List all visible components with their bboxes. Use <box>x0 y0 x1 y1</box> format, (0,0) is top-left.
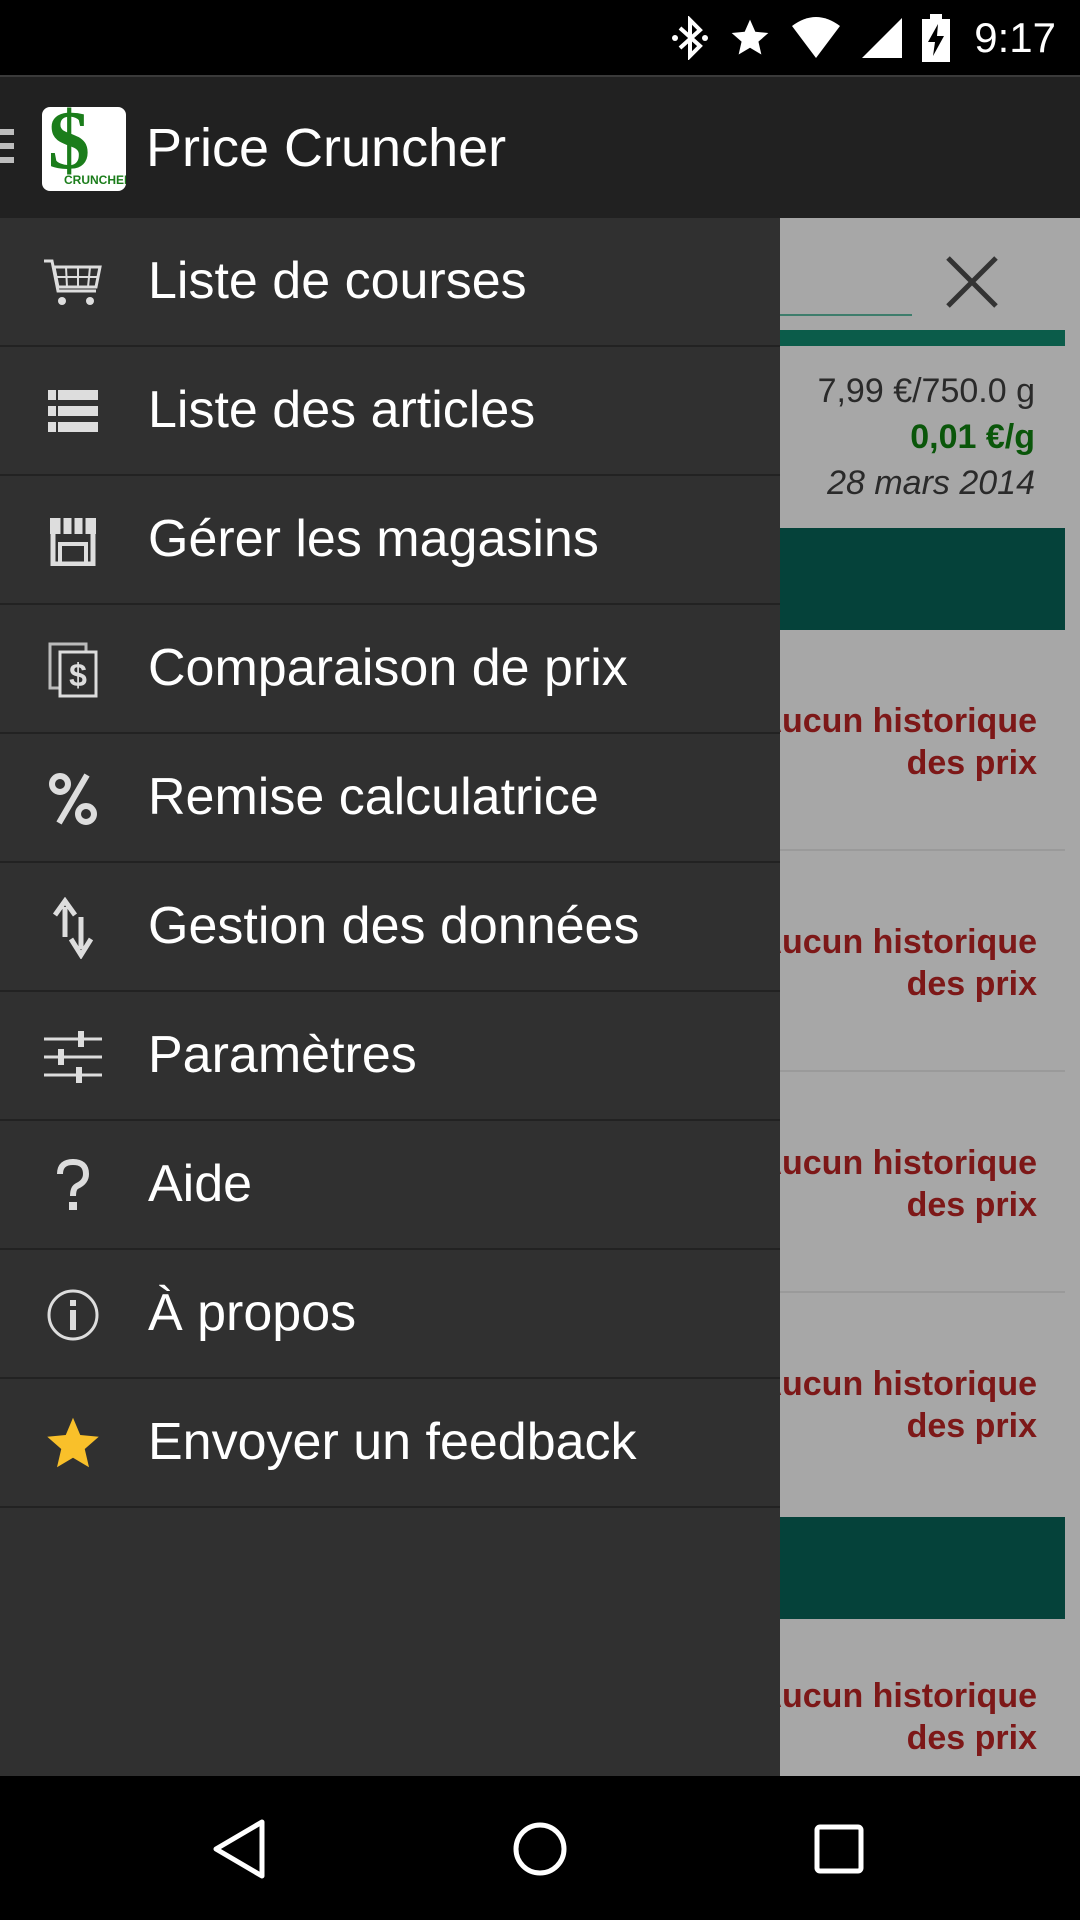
menu-item-label: Gestion des données <box>148 897 640 955</box>
menu-item-label: Paramètres <box>148 1026 417 1084</box>
list-item[interactable]: Aucun historique des prix <box>757 1072 1065 1293</box>
app-logo[interactable]: $ CRUNCHER <box>42 107 126 191</box>
menu-item-feedback[interactable]: Envoyer un feedback <box>0 1379 780 1508</box>
section-header <box>780 528 1065 630</box>
info-icon <box>42 1284 104 1346</box>
menu-item-label: Liste des articles <box>148 381 536 439</box>
list-item[interactable]: Aucun historique des prix <box>757 851 1065 1072</box>
menu-item-label: Comparaison de prix <box>148 639 628 697</box>
drawer-toggle-icon[interactable] <box>0 129 14 169</box>
status-icons: 9:17 <box>670 0 1056 75</box>
menu-item-label: Envoyer un feedback <box>148 1413 637 1471</box>
menu-item-discount-calculator[interactable]: Remise calculatrice <box>0 734 780 863</box>
unit-price-text: 0,01 €/g <box>910 418 1035 456</box>
wifi-icon <box>790 16 842 60</box>
menu-item-label: Aide <box>148 1155 253 1213</box>
bluetooth-icon <box>670 15 710 60</box>
search-input-underline <box>780 314 912 316</box>
logo-dollar: $ <box>48 107 90 187</box>
navigation-drawer: Liste de courses Liste des articles Gére… <box>0 218 780 1776</box>
menu-item-stores[interactable]: Gérer les magasins <box>0 476 780 605</box>
menu-item-label: Liste de courses <box>148 252 527 310</box>
logo-text: CRUNCHER <box>64 173 126 187</box>
navigation-bar <box>0 1776 1080 1920</box>
percent-icon <box>42 768 104 830</box>
menu-item-articles[interactable]: Liste des articles <box>0 347 780 476</box>
recents-icon[interactable] <box>804 1814 874 1884</box>
menu-item-help[interactable]: Aide <box>0 1121 780 1250</box>
no-history-text: Aucun historique des prix <box>757 1365 1037 1445</box>
status-time: 9:17 <box>974 13 1056 61</box>
section-header <box>780 1517 1065 1619</box>
menu-item-label: Remise calculatrice <box>148 768 599 826</box>
price-card[interactable]: 7,99 €/750.0 g 0,01 €/g 28 mars 2014 <box>780 346 1065 506</box>
svg-text:$: $ <box>69 657 87 693</box>
sliders-icon <box>42 1026 104 1088</box>
signal-icon <box>860 16 904 60</box>
app-bar: $ CRUNCHER Price Cruncher <box>0 75 1080 218</box>
store-icon <box>42 510 104 572</box>
list-icon <box>42 381 104 443</box>
no-history-text: Aucun historique des prix <box>757 702 1037 782</box>
home-icon[interactable] <box>505 1814 575 1884</box>
list-item[interactable]: Aucun historique des prix <box>757 1293 1065 1514</box>
close-icon[interactable] <box>942 252 1002 312</box>
no-history-text: Aucun historique des prix <box>757 923 1037 1003</box>
no-history-text: Aucun historique des prix <box>757 1144 1037 1224</box>
list-item[interactable]: Aucun historique des prix <box>757 630 1065 851</box>
no-history-text: Aucun historique des prix <box>780 1677 1037 1757</box>
price-date: 28 mars 2014 <box>827 464 1035 502</box>
menu-item-label: Gérer les magasins <box>148 510 599 568</box>
menu-item-about[interactable]: À propos <box>0 1250 780 1379</box>
back-icon[interactable] <box>206 1814 276 1884</box>
menu-item-data-management[interactable]: Gestion des données <box>0 863 780 992</box>
list-item[interactable]: Aucun historique des prix <box>780 1619 1065 1776</box>
menu-item-settings[interactable]: Paramètres <box>0 992 780 1121</box>
status-bar: 9:17 <box>0 0 1080 75</box>
help-icon <box>42 1155 104 1217</box>
menu-item-label: À propos <box>148 1284 357 1342</box>
app-title: Price Cruncher <box>146 118 507 178</box>
menu-item-shopping-list[interactable]: Liste de courses <box>0 218 780 347</box>
battery-charging-icon <box>922 13 951 62</box>
cart-icon <box>42 252 104 314</box>
star-icon <box>42 1413 104 1475</box>
star-icon <box>728 16 772 60</box>
section-divider <box>780 330 1065 346</box>
price-text: 7,99 €/750.0 g <box>817 372 1035 410</box>
sort-arrows-icon <box>42 897 104 959</box>
menu-item-price-compare[interactable]: $ Comparaison de prix <box>0 605 780 734</box>
price-compare-icon: $ <box>42 639 104 701</box>
